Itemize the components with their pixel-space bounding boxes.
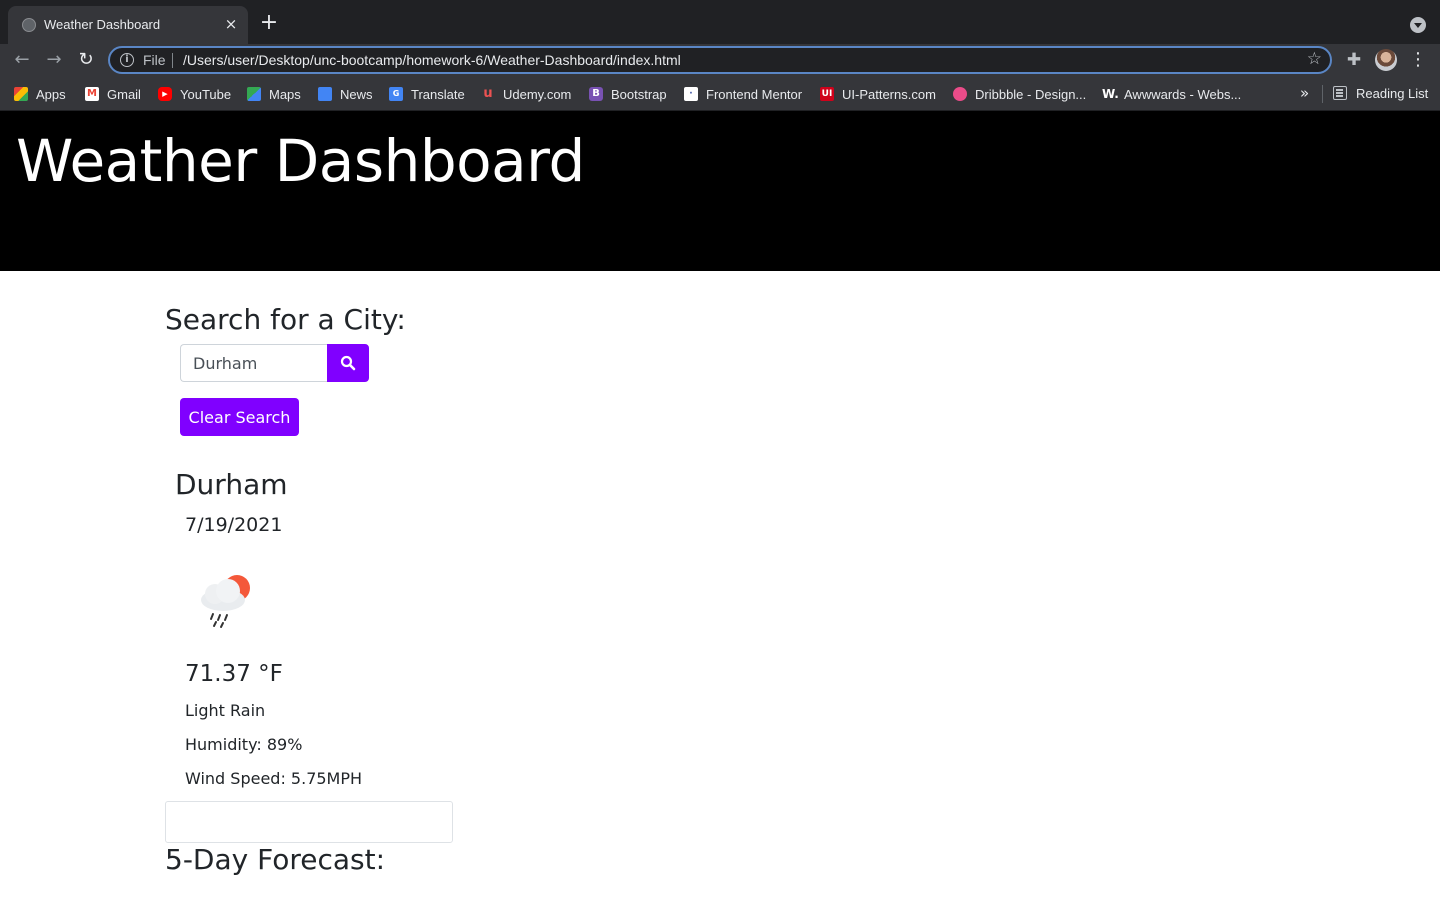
news-icon — [318, 87, 332, 101]
new-tab-button[interactable]: + — [258, 12, 280, 34]
browser-menu-icon[interactable]: ⋮ — [1408, 47, 1428, 73]
search-button[interactable] — [327, 344, 369, 382]
bookmark-gmail[interactable]: M Gmail — [85, 85, 141, 103]
extensions-puzzle-icon[interactable]: ✚ — [1344, 50, 1364, 70]
ui-patterns-icon: UI — [820, 87, 834, 101]
bookmarks-divider — [1322, 85, 1323, 103]
more-bookmarks-chevron-icon[interactable]: » — [1300, 84, 1309, 102]
reload-icon[interactable]: ↻ — [73, 47, 99, 73]
bootstrap-icon: B — [589, 87, 603, 101]
bookmark-maps[interactable]: Maps — [247, 85, 301, 103]
profile-avatar[interactable] — [1375, 49, 1397, 71]
page-header: Weather Dashboard — [0, 111, 1440, 271]
address-bar[interactable]: i File /Users/user/Desktop/unc-bootcamp/… — [108, 46, 1332, 74]
reading-list-icon[interactable] — [1333, 86, 1347, 100]
tab-search-icon[interactable] — [1410, 17, 1426, 33]
page-title: Weather Dashboard — [16, 127, 585, 195]
apps-grid-icon — [14, 87, 28, 101]
search-history-list[interactable] — [165, 801, 453, 843]
browser-toolbar: ← → ↻ i File /Users/user/Desktop/unc-boo… — [0, 44, 1440, 76]
city-name: Durham — [175, 468, 288, 501]
forecast-heading: 5-Day Forecast: — [165, 843, 386, 876]
reading-list-label[interactable]: Reading List — [1356, 86, 1428, 101]
tab-title: Weather Dashboard — [44, 17, 161, 32]
bookmark-bootstrap[interactable]: B Bootstrap — [589, 85, 667, 103]
info-icon[interactable]: i — [120, 53, 134, 67]
light-rain-cloud-sun-icon — [201, 575, 250, 628]
humidity: Humidity: 89% — [185, 735, 303, 754]
gmail-icon: M — [85, 87, 99, 101]
close-tab-icon[interactable]: × — [222, 15, 240, 33]
frontend-mentor-icon: · — [684, 87, 698, 101]
bookmark-frontend-mentor[interactable]: · Frontend Mentor — [684, 85, 802, 103]
maps-icon — [247, 87, 261, 101]
weather-description: Light Rain — [185, 701, 266, 720]
awwwards-icon: W. — [1102, 87, 1119, 101]
browser-tab-strip: Weather Dashboard × + — [0, 0, 1440, 44]
bookmark-dribbble[interactable]: Dribbble - Design... — [953, 85, 1086, 103]
forward-arrow-icon[interactable]: → — [41, 47, 67, 73]
url-scheme: File — [143, 52, 166, 68]
city-search-input[interactable] — [180, 344, 328, 382]
wind-speed: Wind Speed: 5.75MPH — [185, 769, 363, 788]
translate-icon: G — [389, 87, 403, 101]
bookmark-translate[interactable]: G Translate — [389, 85, 465, 103]
bookmark-star-icon[interactable]: ☆ — [1307, 49, 1322, 69]
bookmark-udemy[interactable]: u Udemy.com — [481, 85, 571, 103]
clear-search-button[interactable]: Clear Search — [180, 398, 299, 436]
back-arrow-icon[interactable]: ← — [9, 47, 35, 73]
search-icon — [340, 355, 356, 371]
globe-icon — [22, 18, 36, 32]
temperature: 71.37 °F — [185, 661, 283, 687]
browser-tab[interactable]: Weather Dashboard × — [8, 6, 248, 44]
scheme-divider — [172, 53, 173, 68]
youtube-icon: ▶ — [158, 87, 172, 101]
current-date: 7/19/2021 — [185, 514, 283, 536]
bookmark-apps[interactable]: Apps — [14, 85, 66, 103]
bookmark-youtube[interactable]: ▶ YouTube — [158, 85, 231, 103]
bookmarks-bar: Apps M Gmail ▶ YouTube Maps News G Trans… — [0, 76, 1440, 111]
bookmark-ui-patterns[interactable]: UI UI-Patterns.com — [820, 85, 936, 103]
bookmark-news[interactable]: News — [318, 85, 373, 103]
url-text[interactable]: /Users/user/Desktop/unc-bootcamp/homewor… — [183, 52, 681, 68]
search-heading: Search for a City: — [165, 303, 406, 336]
bookmark-awwwards[interactable]: W. Awwwards - Webs... — [1102, 85, 1241, 103]
dribbble-icon — [953, 87, 967, 101]
udemy-icon: u — [483, 86, 493, 101]
